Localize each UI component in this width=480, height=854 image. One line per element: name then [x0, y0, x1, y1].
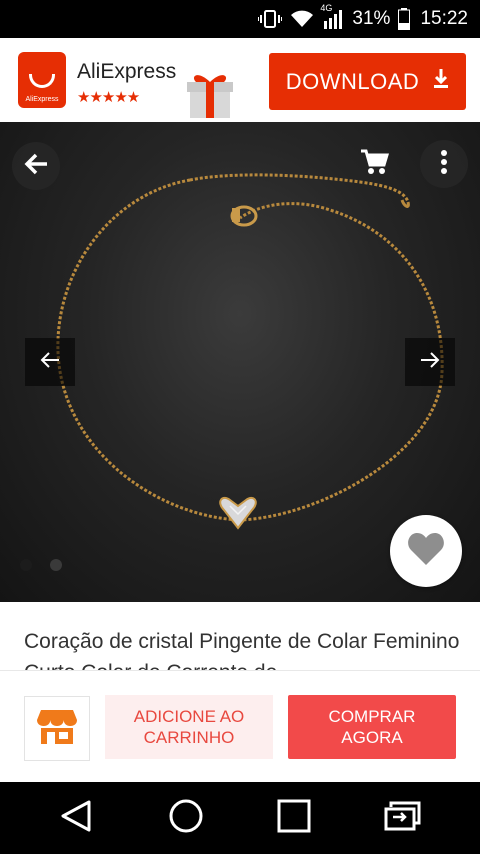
gift-icon [184, 68, 236, 120]
nav-back-button[interactable] [56, 798, 96, 838]
product-title-section: Coração de cristal Pingente de Colar Fem… [0, 602, 480, 670]
heart-icon [407, 532, 445, 571]
switch-apps-icon [383, 801, 423, 836]
previous-image-button[interactable] [25, 338, 75, 386]
carousel-dot-active [50, 559, 62, 571]
product-title: Coração de cristal Pingente de Colar Fem… [24, 630, 460, 670]
more-vert-icon [440, 149, 448, 180]
download-icon [433, 68, 449, 95]
add-to-cart-label: ADICIONE AO CARRINHO [133, 707, 245, 747]
battery-percentage: 31% [352, 8, 391, 29]
chevron-left-icon [39, 351, 61, 374]
more-options-button[interactable] [420, 140, 468, 188]
add-to-cart-button[interactable]: ADICIONE AO CARRINHO [105, 695, 273, 759]
purchase-action-bar: ADICIONE AO CARRINHO COMPRAR AGORA [0, 670, 480, 782]
carousel-indicator [20, 559, 62, 571]
cart-icon [359, 148, 390, 181]
wifi-icon [290, 9, 314, 29]
vibrate-icon [258, 9, 283, 29]
chevron-right-icon [419, 351, 441, 374]
back-button[interactable] [12, 142, 60, 190]
battery-icon [398, 8, 411, 30]
nav-home-button[interactable] [166, 798, 206, 838]
product-image-carousel[interactable] [0, 122, 480, 602]
signal-icon: 4G [320, 3, 344, 29]
nav-recents-button[interactable] [274, 798, 314, 838]
triangle-back-icon [60, 799, 92, 838]
app-name: AliExpress [77, 60, 177, 83]
download-label: DOWNLOAD [285, 68, 420, 94]
carousel-dot [20, 559, 32, 571]
square-recents-icon [277, 799, 311, 838]
download-button[interactable]: DOWNLOAD [269, 53, 466, 110]
buy-now-label: COMPRAR AGORA [328, 707, 416, 747]
app-install-banner[interactable]: AliExpress AliExpress ★★★★★ DOWNLOAD [0, 38, 480, 122]
store-icon [37, 708, 77, 749]
nav-switch-app-button[interactable] [383, 798, 423, 838]
system-navigation-bar [0, 782, 480, 854]
status-bar: 4G 31% 15:22 [0, 0, 480, 38]
next-image-button[interactable] [405, 338, 455, 386]
network-type: 4G [320, 3, 333, 13]
logo-text: AliExpress [25, 96, 59, 103]
clock: 15:22 [420, 8, 468, 29]
wishlist-button[interactable] [390, 515, 462, 587]
rating-stars: ★★★★★ [77, 89, 140, 106]
store-button[interactable] [24, 696, 90, 761]
buy-now-button[interactable]: COMPRAR AGORA [288, 695, 456, 759]
back-arrow-icon [23, 152, 49, 181]
aliexpress-logo: AliExpress [18, 52, 66, 108]
circle-home-icon [168, 798, 204, 839]
cart-button[interactable] [352, 142, 396, 186]
